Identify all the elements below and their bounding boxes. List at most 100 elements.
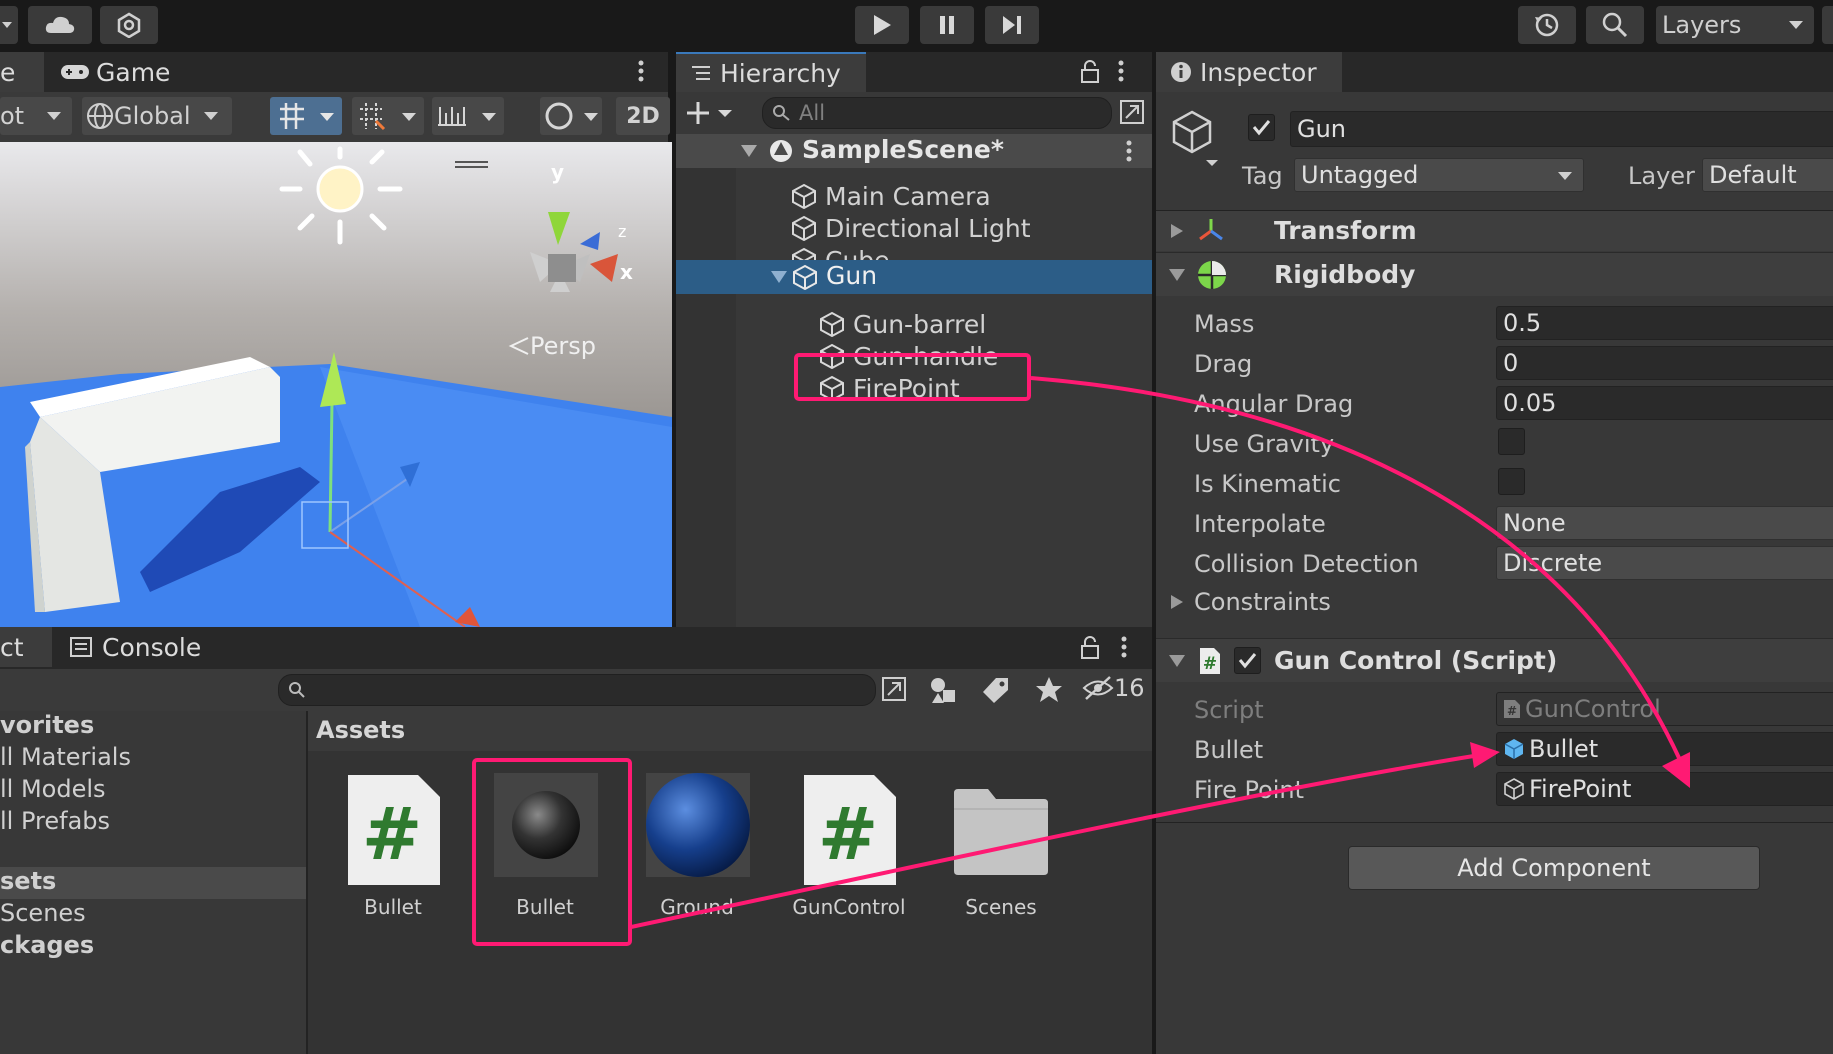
scene-viewport[interactable]: y z x Persp [0, 142, 672, 627]
gameobject-large-icon [1172, 110, 1218, 166]
rigidbody-header[interactable]: Rigidbody [1156, 252, 1833, 296]
render-mode-dropdown[interactable] [540, 97, 602, 135]
pivot-dropdown[interactable]: ot [0, 97, 72, 135]
step-button[interactable] [985, 6, 1039, 44]
persp-toggle[interactable]: Persp [508, 332, 596, 360]
script-icon: # [1200, 648, 1220, 674]
ruler-toggle[interactable] [432, 97, 504, 135]
collab-button[interactable] [100, 6, 158, 44]
angular-drag-input[interactable]: 0.05 [1496, 386, 1833, 420]
scene-row[interactable]: SampleScene* [676, 134, 1152, 168]
2d-toggle[interactable]: 2D [616, 97, 670, 135]
tab-inspector-label: Inspector [1200, 57, 1317, 87]
add-component-label: Add Component [1457, 854, 1651, 882]
history-icon [1535, 13, 1559, 37]
tag-dropdown[interactable]: Untagged [1294, 158, 1584, 192]
checkmark-icon [1252, 120, 1271, 136]
scene-visibility-icon[interactable] [1118, 98, 1146, 126]
drag-input[interactable]: 0 [1496, 346, 1833, 380]
search-button[interactable] [1586, 6, 1644, 44]
tab-scene[interactable]: e [0, 52, 44, 92]
hierarchy-search-input[interactable]: All [762, 97, 1112, 129]
filter-label-icon[interactable] [982, 675, 1012, 705]
hidden-packages-toggle[interactable]: 16 [1082, 674, 1145, 702]
all-models-item[interactable]: ll Models [0, 775, 106, 803]
asset-bullet-script[interactable]: # Bullet [328, 773, 458, 923]
more-icon[interactable] [1121, 636, 1127, 658]
tab-inspector[interactable]: Inspector [1156, 52, 1342, 92]
collision-detection-value: Discrete [1503, 549, 1603, 577]
hierarchy-item-directional-light[interactable]: Directional Light [791, 212, 1031, 244]
gun-control-header[interactable]: # Gun Control (Script) [1156, 638, 1833, 682]
layer-dropdown[interactable]: Default [1702, 158, 1833, 192]
script-icon: # [1504, 700, 1520, 718]
object-name-input[interactable]: Gun [1290, 111, 1833, 147]
global-dropdown[interactable]: Global [82, 97, 232, 135]
interpolate-dropdown[interactable]: None [1496, 506, 1833, 540]
account-dropdown[interactable] [0, 6, 18, 44]
create-button[interactable] [684, 96, 736, 130]
add-component-button[interactable]: Add Component [1348, 846, 1760, 890]
layout-dropdown[interactable] [1822, 6, 1833, 44]
gameobject-icon [820, 311, 844, 337]
favorite-star-icon[interactable] [1034, 675, 1064, 705]
axis-x-label: x [620, 260, 633, 284]
project-search-input[interactable] [278, 674, 876, 706]
assets-folder-item[interactable]: sets [0, 867, 306, 899]
increment-snap-toggle[interactable] [352, 97, 424, 135]
asset-ground-material[interactable]: Ground [632, 773, 762, 923]
packages-folder-item[interactable]: ckages [0, 931, 94, 959]
grid-snap-toggle[interactable] [270, 97, 342, 135]
collision-detection-dropdown[interactable]: Discrete [1496, 546, 1833, 580]
play-button[interactable] [855, 6, 909, 44]
perspective-icon [508, 337, 529, 355]
cloud-button[interactable] [28, 6, 92, 44]
asset-scenes-folder[interactable]: Scenes [936, 773, 1066, 923]
tab-project[interactable]: ct [0, 627, 52, 667]
active-checkbox[interactable] [1248, 114, 1275, 141]
asset-guncontrol-script[interactable]: # GunControl [784, 773, 914, 923]
asset-bullet-prefab[interactable]: Bullet [480, 773, 610, 923]
is-kinematic-checkbox[interactable] [1498, 468, 1525, 495]
blue-sphere-icon [646, 773, 750, 877]
search-icon [773, 105, 790, 121]
chevron-down-icon [47, 112, 62, 120]
more-icon[interactable] [1126, 140, 1132, 162]
mass-input[interactable]: 0.5 [1496, 306, 1833, 340]
lock-icon[interactable] [1080, 636, 1100, 660]
hierarchy-item-gun-barrel[interactable]: Gun-barrel [819, 308, 986, 340]
hierarchy-item-main-camera[interactable]: Main Camera [791, 180, 991, 212]
more-icon[interactable] [1118, 60, 1124, 82]
lock-icon[interactable] [1080, 60, 1100, 84]
history-button[interactable] [1518, 6, 1576, 44]
hierarchy-item-gun-handle[interactable]: Gun-handle [819, 340, 998, 372]
more-icon[interactable] [638, 60, 644, 82]
all-prefabs-item[interactable]: ll Prefabs [0, 807, 110, 835]
hierarchy-item-firepoint[interactable]: FirePoint [819, 372, 960, 404]
favorites-label[interactable]: vorites [0, 711, 94, 739]
tab-hierarchy[interactable]: Hierarchy [676, 52, 866, 92]
transform-header[interactable]: Transform [1156, 211, 1833, 251]
bullet-object-field[interactable]: Bullet [1496, 732, 1833, 766]
panel-splitter[interactable] [1152, 52, 1156, 1054]
gameobject-icon [820, 343, 844, 369]
firepoint-object-field[interactable]: FirePoint [1496, 772, 1833, 806]
scene-name: SampleScene* [802, 135, 1004, 164]
scenes-folder-item[interactable]: Scenes [0, 899, 86, 927]
search-scope-icon[interactable] [880, 675, 910, 705]
all-materials-item[interactable]: ll Materials [0, 743, 131, 771]
panel-splitter[interactable] [672, 92, 676, 627]
tab-console-label: Console [102, 632, 202, 662]
use-gravity-checkbox[interactable] [1498, 428, 1525, 455]
hierarchy-item-label: Gun-barrel [853, 309, 987, 339]
constraints-foldout[interactable]: Constraints [1170, 588, 1331, 616]
tab-game[interactable]: Game [46, 52, 206, 92]
filter-type-icon[interactable] [928, 675, 958, 705]
hierarchy-list-icon [692, 66, 710, 80]
gun-control-enabled-checkbox[interactable] [1234, 647, 1261, 674]
hierarchy-panel: All SampleScene* Main Camera Directional… [676, 92, 1152, 628]
pause-button[interactable] [920, 6, 974, 44]
layers-dropdown[interactable]: Layers [1656, 6, 1814, 44]
tab-console[interactable]: Console [56, 627, 230, 667]
hierarchy-item-gun[interactable]: Gun [676, 260, 1152, 294]
